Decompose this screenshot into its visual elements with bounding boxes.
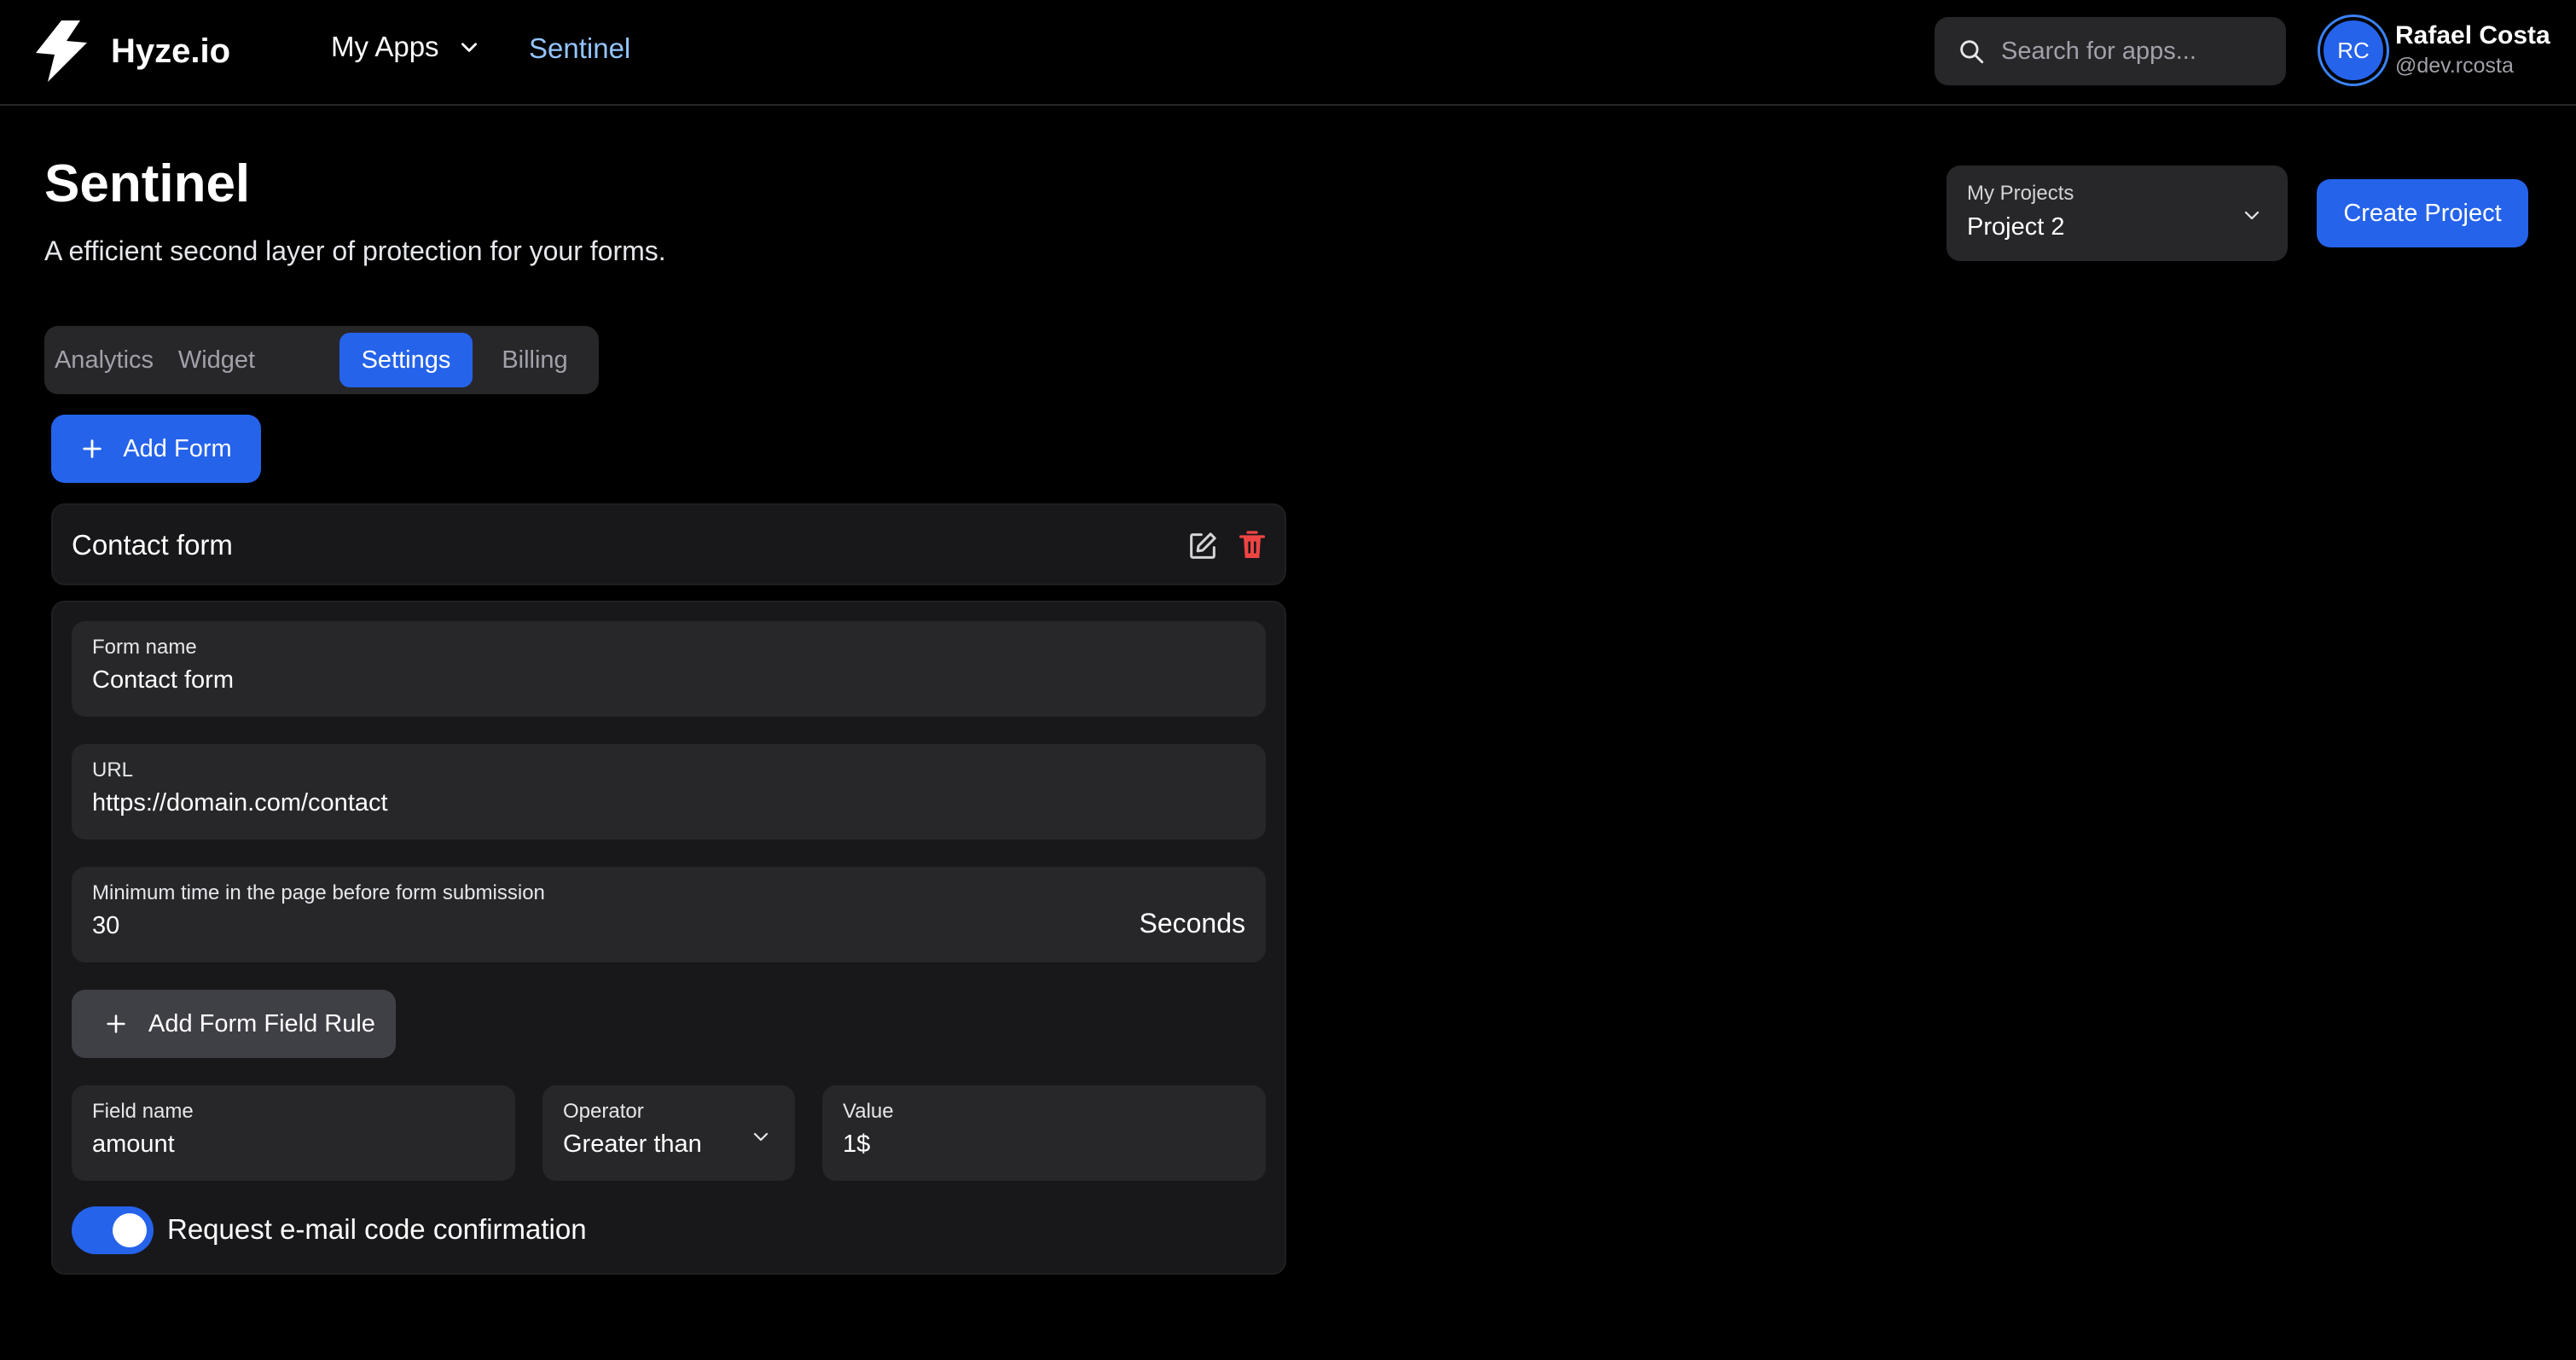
add-rule-label: Add Form Field Rule: [148, 1009, 375, 1037]
email-confirmation-label: Request e-mail code confirmation: [167, 1213, 587, 1245]
trash-icon[interactable]: [1235, 527, 1269, 563]
user-menu[interactable]: RC Rafael Costa @dev.rcosta: [2320, 17, 2550, 84]
toggle-knob: [113, 1213, 147, 1247]
add-form-button[interactable]: Add Form: [51, 415, 261, 483]
form-title: Contact form: [72, 529, 233, 561]
user-info: Rafael Costa @dev.rcosta: [2395, 20, 2550, 80]
my-apps-label: My Apps: [331, 31, 439, 62]
url-value: https://domain.com/contact: [92, 789, 388, 817]
form-accordion-header[interactable]: Contact form: [51, 503, 1286, 585]
add-form-field-rule-button[interactable]: Add Form Field Rule: [72, 990, 396, 1058]
my-apps-dropdown[interactable]: My Apps: [331, 31, 480, 63]
form-settings-panel: Form name Contact form URL https://domai…: [51, 601, 1286, 1275]
search-icon: [1960, 40, 1984, 64]
url-label: URL: [92, 758, 134, 782]
rule-field-name[interactable]: Field name amount: [72, 1085, 515, 1181]
rule-operator-select[interactable]: Operator Greater than: [542, 1085, 795, 1181]
tab-bar: Analytics Widget Settings Billing: [44, 326, 599, 394]
rule-field-name-value: amount: [92, 1130, 175, 1158]
edit-icon[interactable]: [1186, 529, 1220, 563]
add-form-label: Add Form: [123, 434, 232, 462]
min-time-unit: Seconds: [1139, 908, 1245, 939]
brand-name: Hyze.io: [111, 32, 231, 70]
chevron-down-icon: [2244, 211, 2260, 220]
chevron-down-icon: [461, 43, 477, 52]
form-name-label: Form name: [92, 636, 197, 659]
page-subtitle: A efficient second layer of protection f…: [44, 235, 666, 266]
page-title: Sentinel: [44, 154, 251, 213]
rule-operator-label: Operator: [563, 1100, 644, 1123]
chevron-down-icon: [753, 1132, 769, 1142]
plus-icon: [107, 1014, 125, 1033]
rule-value-label: Value: [843, 1100, 894, 1123]
tab-widget[interactable]: Widget: [164, 333, 270, 387]
min-time-field[interactable]: Minimum time in the page before form sub…: [72, 867, 1266, 962]
form-name-field[interactable]: Form name Contact form: [72, 621, 1266, 717]
plus-icon: [83, 439, 102, 458]
min-time-label: Minimum time in the page before form sub…: [92, 881, 545, 904]
user-handle: @dev.rcosta: [2395, 54, 2514, 78]
project-select[interactable]: My Projects Project 2: [1947, 166, 2288, 261]
rule-value-value: 1$: [843, 1130, 871, 1158]
user-name: Rafael Costa: [2395, 21, 2550, 49]
project-select-value: Project 2: [1967, 213, 2065, 241]
url-field[interactable]: URL https://domain.com/contact: [72, 744, 1266, 840]
rule-operator-value: Greater than: [563, 1130, 702, 1158]
nav-link-current-app[interactable]: Sentinel: [529, 32, 630, 65]
rule-value-field[interactable]: Value 1$: [822, 1085, 1266, 1181]
create-project-button[interactable]: Create Project: [2317, 179, 2528, 247]
search-input[interactable]: [1999, 36, 2272, 67]
tab-settings[interactable]: Settings: [339, 333, 473, 387]
lightning-bolt-icon: [36, 20, 87, 82]
search-box[interactable]: [1935, 17, 2286, 85]
avatar: RC: [2320, 17, 2387, 84]
tab-billing[interactable]: Billing: [481, 333, 589, 387]
email-confirmation-toggle[interactable]: [72, 1206, 154, 1254]
brand[interactable]: Hyze.io: [36, 20, 230, 82]
min-time-value: 30: [92, 912, 120, 939]
form-name-value: Contact form: [92, 666, 234, 694]
rule-field-name-label: Field name: [92, 1100, 194, 1123]
project-select-label: My Projects: [1967, 182, 2074, 205]
top-navigation: Hyze.io My Apps Sentinel RC Rafael Costa…: [0, 0, 2576, 106]
tab-analytics[interactable]: Analytics: [51, 333, 157, 387]
